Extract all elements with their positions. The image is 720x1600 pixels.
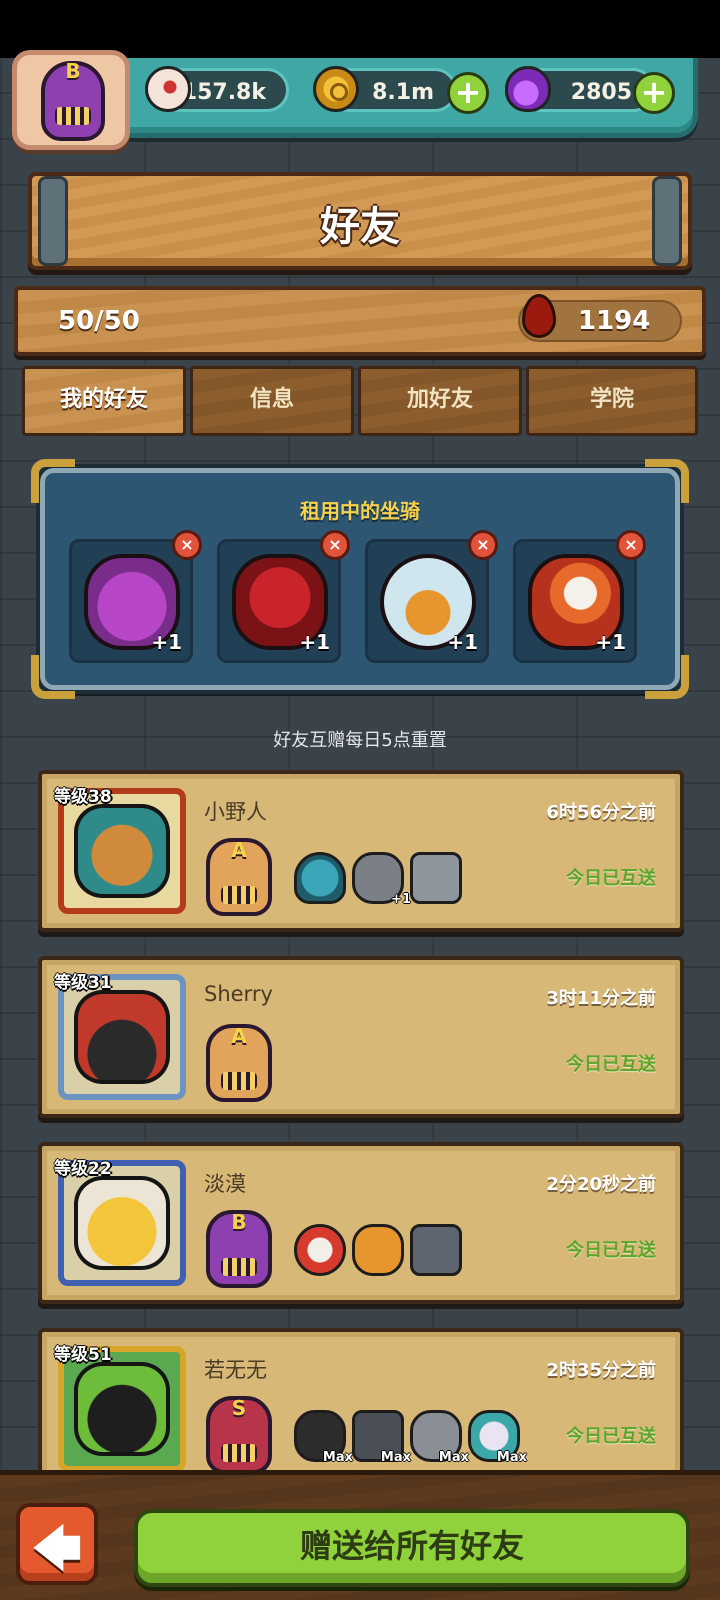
- gift-status: 今日已互送: [566, 868, 656, 889]
- mount-bonus: +1: [595, 630, 626, 654]
- chick-avatar-icon: [74, 1176, 170, 1270]
- add-potion-button[interactable]: +: [633, 72, 675, 114]
- mount-slot[interactable]: +1 ×: [217, 530, 350, 663]
- friend-card[interactable]: 等级51 若无无 2时35分之前 今日已互送 S Max Max Max Max: [38, 1328, 684, 1490]
- gold-count: 8.1m: [372, 80, 434, 105]
- friend-card[interactable]: 等级31 Sherry 3时11分之前 今日已互送 A: [38, 956, 684, 1118]
- blood-drop-icon: [522, 294, 556, 338]
- remove-mount-button[interactable]: ×: [172, 530, 202, 560]
- rented-mounts-title: 租用中的坐骑: [300, 499, 420, 523]
- tab-my-friends[interactable]: 我的好友: [22, 366, 186, 436]
- add-gold-button[interactable]: +: [447, 72, 489, 114]
- rank-letter: S: [231, 1396, 247, 1420]
- wild-cat-avatar-icon: [74, 804, 170, 898]
- rented-mounts-panel: 租用中的坐骑 +1 × +1 × +1 × +1 ×: [31, 459, 689, 699]
- monster-teeth-icon: [221, 886, 257, 904]
- daily-reset-note: 好友互赠每日5点重置: [273, 730, 447, 751]
- back-button[interactable]: 🡄: [16, 1503, 98, 1585]
- last-online: 2时35分之前: [546, 1360, 656, 1381]
- blue-pot-mount-icon: [294, 852, 346, 904]
- monster-teeth-icon: [55, 107, 91, 125]
- friend-name: 淡漠: [204, 1172, 246, 1196]
- friend-card[interactable]: 等级22 淡漠 2分20秒之前 今日已互送 B: [38, 1142, 684, 1304]
- remove-mount-button[interactable]: ×: [616, 530, 646, 560]
- back-arrow-icon: 🡄: [32, 1521, 82, 1577]
- corner-ornament-icon: [645, 655, 689, 699]
- last-online: 6时56分之前: [546, 802, 656, 823]
- resource-bar: 157.8k 8.1m + 2805 +: [96, 58, 698, 138]
- hamster-mount-icon: [352, 1224, 404, 1276]
- friend-level: 等级31: [54, 973, 112, 993]
- mount-bonus: +1: [447, 630, 478, 654]
- bottom-bar: 🡄 赠送给所有好友: [0, 1470, 720, 1600]
- friend-card[interactable]: 等级38 小野人 6时56分之前 今日已互送 A +1: [38, 770, 684, 932]
- rank-badge-icon: A: [206, 1024, 272, 1102]
- friend-name: Sherry: [204, 982, 273, 1006]
- tab-bar: 我的好友 信息 加好友 学院: [22, 366, 698, 436]
- gold-coin-icon: [313, 66, 359, 112]
- seahorse-mount-icon: Max: [468, 1410, 527, 1465]
- horned-monster-mount-icon: +1: [352, 852, 411, 907]
- shadow-monster-avatar-icon: [74, 1362, 170, 1456]
- friend-count: 50/50: [58, 306, 140, 336]
- rank-badge-icon: A: [206, 838, 272, 916]
- friend-name: 若无无: [204, 1358, 267, 1382]
- rank-letter: A: [231, 838, 247, 862]
- robot-mount-icon: Max: [352, 1410, 411, 1465]
- mount-bonus: +1: [391, 892, 411, 907]
- horned-monster-mount-icon: Max: [294, 1410, 353, 1465]
- rank-badge-icon: S: [206, 1396, 272, 1474]
- mount-slot[interactable]: +1 ×: [365, 530, 498, 663]
- page-title: 好友: [320, 204, 400, 250]
- last-online: 3时11分之前: [546, 988, 656, 1009]
- send-to-all-friends-button[interactable]: 赠送给所有好友: [134, 1509, 690, 1587]
- corner-ornament-icon: [31, 655, 75, 699]
- potion-icon: [505, 66, 551, 112]
- mount-bonus: +1: [299, 630, 330, 654]
- mount-level: Max: [496, 1450, 527, 1465]
- blood-count: 1194: [578, 306, 651, 336]
- dragon-mount-icon: Max: [410, 1410, 469, 1465]
- rank-letter: A: [231, 1024, 247, 1048]
- mount-slot[interactable]: +1 ×: [513, 530, 646, 663]
- rank-letter: B: [231, 1210, 247, 1234]
- eyeball-count: 157.8k: [181, 80, 266, 105]
- player-rank-letter: B: [65, 59, 81, 83]
- last-online: 2分20秒之前: [546, 1174, 656, 1195]
- friend-level: 等级51: [54, 1345, 112, 1365]
- hat-monster-avatar-icon: [74, 990, 170, 1084]
- mount-level: Max: [380, 1450, 411, 1465]
- gift-status: 今日已互送: [566, 1054, 656, 1075]
- robot-mount-icon: [410, 852, 462, 904]
- monster-teeth-icon: [221, 1444, 257, 1462]
- mount-slot[interactable]: +1 ×: [69, 530, 202, 663]
- friends-summary-bar: 50/50 1194: [14, 286, 706, 356]
- tank-mount-icon: [410, 1224, 462, 1276]
- friend-level: 等级38: [54, 787, 112, 807]
- mount-level: Max: [322, 1450, 353, 1465]
- tab-add-friend[interactable]: 加好友: [358, 366, 522, 436]
- tab-academy[interactable]: 学院: [526, 366, 698, 436]
- potion-count: 2805: [570, 80, 632, 105]
- tab-messages[interactable]: 信息: [190, 366, 354, 436]
- clown-mount-icon: [294, 1224, 346, 1276]
- player-avatar[interactable]: B: [12, 50, 130, 150]
- remove-mount-button[interactable]: ×: [320, 530, 350, 560]
- title-plank: 好友: [28, 172, 692, 270]
- friend-level: 等级22: [54, 1159, 112, 1179]
- gift-status: 今日已互送: [566, 1426, 656, 1447]
- mount-level: Max: [438, 1450, 469, 1465]
- monster-teeth-icon: [221, 1072, 257, 1090]
- eyeball-icon: [145, 66, 191, 112]
- gift-status: 今日已互送: [566, 1240, 656, 1261]
- remove-mount-button[interactable]: ×: [468, 530, 498, 560]
- friend-name: 小野人: [204, 800, 267, 824]
- rank-badge-icon: B: [206, 1210, 272, 1288]
- mount-bonus: +1: [151, 630, 182, 654]
- player-rank-badge-icon: B: [41, 59, 105, 141]
- monster-teeth-icon: [221, 1258, 257, 1276]
